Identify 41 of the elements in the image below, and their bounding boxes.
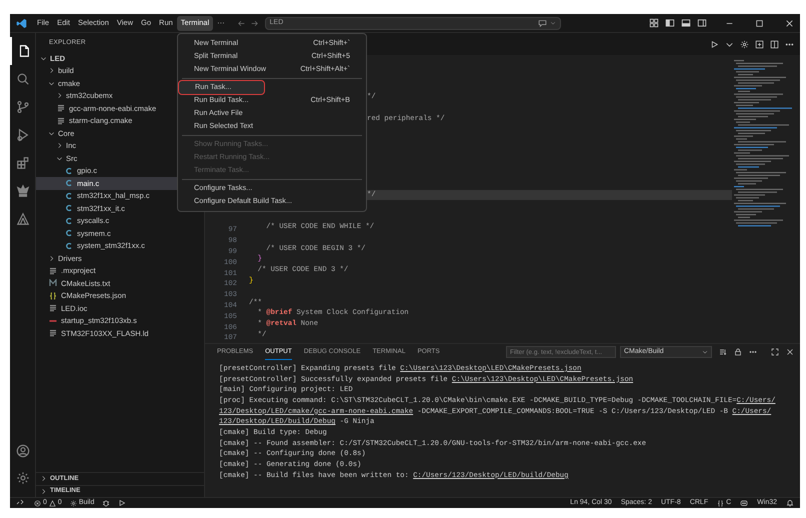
extensions-icon[interactable] (16, 156, 30, 170)
error-icon (34, 500, 41, 506)
triangle-icon[interactable] (16, 212, 30, 226)
lock-icon[interactable] (734, 348, 742, 356)
settings-icon[interactable] (740, 40, 749, 48)
logo-icon (16, 18, 27, 28)
branch-icon[interactable] (16, 100, 30, 114)
forward-arrow-icon[interactable] (250, 18, 259, 28)
warning-icon (48, 500, 56, 506)
bug-icon[interactable] (102, 499, 110, 507)
close-icon[interactable] (786, 348, 794, 356)
sidebar-toggle-icon[interactable] (665, 18, 675, 28)
chat-icon[interactable] (538, 18, 547, 28)
run-debug-icon[interactable] (16, 128, 30, 142)
split-editor-icon[interactable] (770, 40, 779, 48)
lines-file-icon (49, 266, 57, 275)
list-icon[interactable] (719, 348, 727, 356)
run-icon[interactable] (710, 40, 719, 48)
settings-icon[interactable] (16, 470, 30, 484)
bell-icon[interactable] (786, 499, 794, 507)
lines-file-icon (57, 116, 65, 125)
close-icon[interactable] (785, 18, 794, 28)
remote-icon[interactable] (16, 499, 24, 507)
back-arrow-icon[interactable] (236, 18, 246, 28)
chevron-down-icon (702, 349, 708, 355)
maximize-icon[interactable] (755, 18, 764, 28)
lines-file-icon (49, 304, 57, 312)
braces-icon (717, 500, 724, 506)
m-file-icon (49, 279, 57, 288)
lines-file-icon (57, 104, 65, 112)
braces-file-icon (49, 292, 57, 300)
secondary-sidebar-icon[interactable] (697, 18, 707, 28)
lines-file-icon (49, 329, 57, 338)
layout-customize-icon[interactable] (649, 18, 659, 28)
panel-toggle-icon[interactable] (681, 18, 691, 28)
maximize-icon[interactable] (771, 348, 779, 356)
account-icon[interactable] (16, 444, 30, 458)
run-icon[interactable] (118, 499, 126, 507)
gear-icon (70, 500, 77, 506)
search-icon[interactable] (16, 72, 30, 86)
copilot-icon[interactable] (740, 499, 748, 507)
